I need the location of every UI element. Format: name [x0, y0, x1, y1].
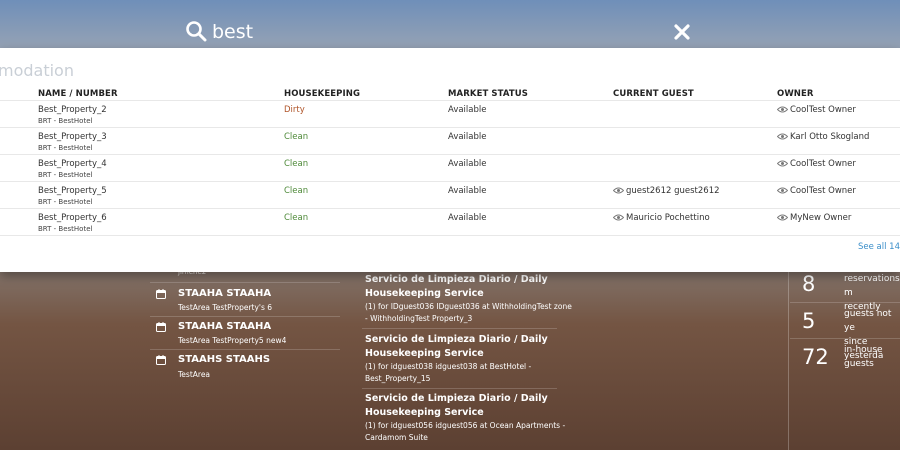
list-item-title: STAAHS STAAHS — [178, 354, 271, 365]
eye-icon — [777, 214, 788, 221]
eye-icon — [777, 160, 788, 167]
column-header-current-guest: CURRENT GUEST — [613, 89, 694, 99]
owner-cell: CoolTest Owner — [777, 105, 856, 115]
column-header-name: NAME / NUMBER — [38, 89, 118, 99]
owner-name[interactable]: Karl Otto Skogland — [790, 132, 869, 142]
market-status: Available — [448, 213, 487, 223]
property-subtitle: BRT - BestHotel — [38, 225, 93, 233]
market-status: Available — [448, 186, 487, 196]
task-title: Servicio de Limpieza Diario / Daily — [365, 393, 548, 404]
task-detail: (1) for idguest056 idguest056 at Ocean A… — [365, 421, 566, 430]
property-name: Best_Property_2 — [38, 105, 107, 115]
task-detail-cont: - WithholdingTest Property_3 — [365, 314, 473, 323]
stat-value: 8 — [802, 272, 816, 296]
property-subtitle: BRT - BestHotel — [38, 198, 93, 206]
housekeeping-status: Dirty — [284, 105, 305, 115]
search-icon — [186, 21, 207, 42]
task-title-cont: Housekeeping Service — [365, 348, 484, 359]
task-detail: (1) for idguest038 idguest038 at BestHot… — [365, 362, 532, 371]
task-detail: (1) for IDguest036 IDguest036 at Withhol… — [365, 302, 572, 311]
task-title: Servicio de Limpieza Diario / Daily — [365, 334, 548, 345]
table-row[interactable]: Best_Property_4 BRT - BestHotel Clean Av… — [0, 154, 900, 182]
column-header-owner: OWNER — [777, 89, 814, 99]
property-subtitle: BRT - BestHotel — [38, 171, 93, 179]
guest-name[interactable]: Mauricio Pochettino — [626, 213, 710, 223]
owner-name[interactable]: CoolTest Owner — [790, 186, 856, 196]
owner-cell: CoolTest Owner — [777, 186, 856, 196]
table-row[interactable]: Best_Property_3 BRT - BestHotel Clean Av… — [0, 127, 900, 155]
table-row[interactable]: Best_Property_5 BRT - BestHotel Clean Av… — [0, 181, 900, 209]
list-item-sub: TestArea TestProperty's 6 — [178, 303, 273, 312]
housekeeping-status: Clean — [284, 186, 309, 196]
property-name: Best_Property_5 — [38, 186, 107, 196]
section-title: modation — [0, 61, 74, 80]
eye-icon — [777, 133, 788, 140]
stat-value: 72 — [802, 345, 829, 369]
owner-cell: CoolTest Owner — [777, 159, 856, 169]
property-name: Best_Property_3 — [38, 132, 107, 142]
calendar-icon — [156, 289, 166, 299]
guest-cell: guest2612 guest2612 — [613, 186, 720, 196]
stat-value: 5 — [802, 309, 816, 333]
owner-cell: Karl Otto Skogland — [777, 132, 869, 142]
list-item-sub: TestArea — [178, 370, 211, 379]
housekeeping-status: Clean — [284, 213, 309, 223]
see-all-link[interactable]: See all 14 — [858, 242, 900, 252]
task-title: Servicio de Limpieza Diario / Daily — [365, 274, 548, 285]
guest-cell: Mauricio Pochettino — [613, 213, 710, 223]
table-row[interactable]: Best_Property_6 BRT - BestHotel Clean Av… — [0, 208, 900, 236]
eye-icon — [777, 106, 788, 113]
task-detail-cont: Cardamom Suite — [365, 433, 428, 442]
housekeeping-status: Clean — [284, 132, 309, 142]
table-row[interactable]: Best_Property_2 BRT - BestHotel Dirty Av… — [0, 100, 900, 128]
eye-icon — [777, 187, 788, 194]
search-input[interactable] — [212, 18, 612, 46]
guest-name[interactable]: guest2612 guest2612 — [626, 186, 720, 196]
calendar-icon — [156, 355, 166, 365]
search-bar — [0, 0, 900, 48]
column-header-market-status: MARKET STATUS — [448, 89, 529, 99]
market-status: Available — [448, 132, 487, 142]
task-detail-cont: Best_Property_15 — [365, 374, 431, 383]
market-status: Available — [448, 105, 487, 115]
owner-name[interactable]: MyNew Owner — [790, 213, 851, 223]
eye-icon — [613, 187, 624, 194]
list-item-title: STAAHA STAAHA — [178, 321, 272, 332]
search-results-panel: modation NAME / NUMBER HOUSEKEEPING MARK… — [0, 48, 900, 272]
property-subtitle: BRT - BestHotel — [38, 117, 93, 125]
property-subtitle: BRT - BestHotel — [38, 144, 93, 152]
stat-label: in-house guests — [844, 345, 883, 369]
owner-name[interactable]: CoolTest Owner — [790, 159, 856, 169]
list-item-title: STAAHA STAAHA — [178, 288, 272, 299]
task-title-cont: Housekeeping Service — [365, 407, 484, 418]
property-name: Best_Property_4 — [38, 159, 107, 169]
owner-cell: MyNew Owner — [777, 213, 851, 223]
owner-name[interactable]: CoolTest Owner — [790, 105, 856, 115]
list-item-sub: TestArea TestProperty5 new4 — [178, 336, 287, 345]
market-status: Available — [448, 159, 487, 169]
column-header-housekeeping: HOUSEKEEPING — [284, 89, 361, 99]
calendar-icon — [156, 322, 166, 332]
housekeeping-status: Clean — [284, 159, 309, 169]
property-name: Best_Property_6 — [38, 213, 107, 223]
close-icon[interactable] — [674, 24, 690, 40]
eye-icon — [613, 214, 624, 221]
task-title-cont: Housekeeping Service — [365, 288, 484, 299]
